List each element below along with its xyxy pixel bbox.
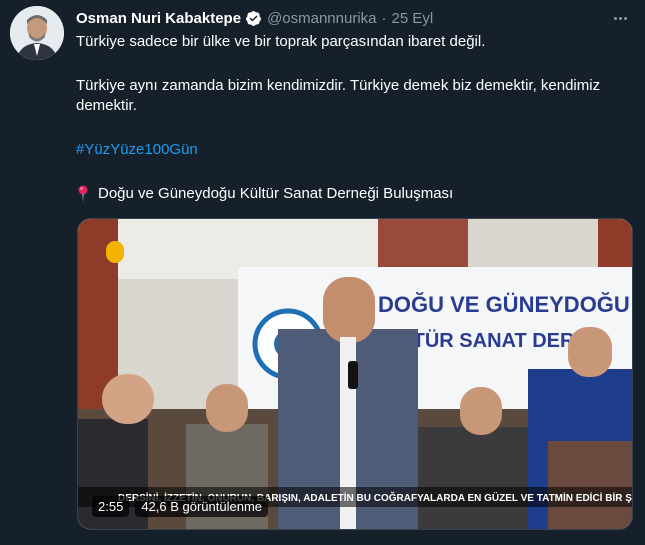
banner-title-line1: DOĞU VE GÜNEYDOĞU <box>378 292 630 317</box>
video-overlay: 2:55 42,6 B görüntülenme <box>92 496 269 517</box>
location-line: Doğu ve Güneydoğu Kültür Sanat Derneği B… <box>76 184 453 204</box>
more-dot <box>618 16 622 20</box>
tweet-header: Osman Nuri Kabaktepe @osmannnurika · 25 … <box>76 8 433 28</box>
location-text: Doğu ve Güneydoğu Kültür Sanat Derneği B… <box>98 185 454 202</box>
round-pushpin-icon <box>78 185 88 203</box>
avatar[interactable] <box>10 6 64 60</box>
tweet-line-2: Türkiye aynı zamanda bizim kendimizdir. … <box>76 77 601 114</box>
video-thumbnail: DOĞU VE GÜNEYDOĞU KÜLTÜR SANAT DERNE DER… <box>78 219 632 529</box>
tweet-line-1: Türkiye sadece bir ülke ve bir toprak pa… <box>76 33 486 50</box>
video-player[interactable]: DOĞU VE GÜNEYDOĞU KÜLTÜR SANAT DERNE DER… <box>77 218 633 530</box>
verified-badge-icon <box>246 10 261 26</box>
display-name[interactable]: Osman Nuri Kabaktepe <box>76 10 241 27</box>
more-dot <box>613 16 617 20</box>
video-view-count: 42,6 B görüntülenme <box>135 496 269 517</box>
more-dot <box>623 16 627 20</box>
video-duration: 2:55 <box>92 496 130 517</box>
hashtag-link[interactable]: #YüzYüze100Gün <box>76 140 198 160</box>
more-icon[interactable] <box>609 8 631 28</box>
tweet-date[interactable]: 25 Eyl <box>392 10 434 27</box>
tweet[interactable]: Osman Nuri Kabaktepe @osmannnurika · 25 … <box>0 0 645 545</box>
handle[interactable]: @osmannnurika <box>267 10 376 27</box>
separator-dot: · <box>381 9 387 27</box>
